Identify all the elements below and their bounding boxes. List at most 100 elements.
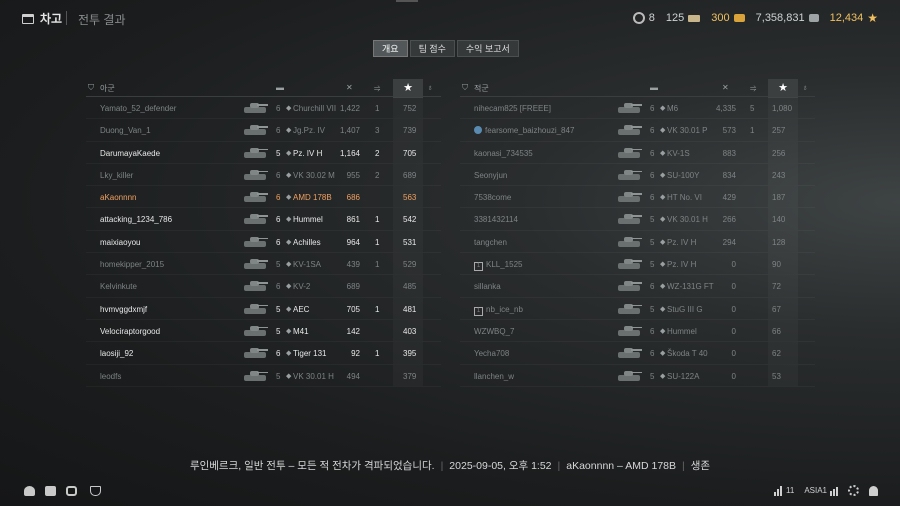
xp-value: 485 [403,282,417,292]
player-row[interactable]: attacking_1234_786 6 ◆ Hummel 861 1 542 [86,208,441,231]
profile-icon[interactable] [24,486,35,496]
player-name: nihecam825 [FREEE] [474,104,551,113]
player-row[interactable]: kaonasi_734535 6 ◆ KV-1S 883 256 [460,142,815,164]
currency-panel: 8 125 300 7,358,831 12,434 ★ [627,11,878,25]
tank-tier: 6 [276,170,281,180]
enemy-table-header: ⛉ 적군 ▬ ✕ ⥤ ★ ♁ [460,79,815,98]
tank-tier: 5 [276,371,281,381]
player-row[interactable]: DarumayaKaede 5 ◆ Pz. IV H 1,164 2 705 [86,142,441,164]
player-row[interactable]: 1 KLL_1525 5 ◆ Pz. IV H 0 90 [460,253,815,276]
damage-value: 0 [731,349,736,359]
xp-value: 257 [772,126,786,136]
ping-indicator: 11 [774,485,794,496]
player-row[interactable]: leodfs 5 ◆ VK 30.01 H 494 379 [86,365,441,387]
damage-value: 686 [346,193,360,203]
player-row[interactable]: aKaonnnn 6 ◆ AMD 178B 686 563 [86,186,441,209]
player-row[interactable]: sillanka 6 ◆ WZ-131G FT 0 72 [460,275,815,298]
player-row[interactable]: laosiji_92 6 ◆ Tiger 131 92 1 395 [86,342,441,365]
damage-value: 439 [346,260,360,270]
gold-icon [733,14,745,22]
server-name: ASIA1 [804,486,827,495]
player-row[interactable]: fearsome_baizhouzi_847 6 ◆ VK 30.01 P 573 1 25… [460,119,815,142]
bottom-bar: 11 ASIA1 [0,480,900,502]
xp-value: 379 [403,371,417,381]
player-row[interactable]: Yamato_52_defender 6 ◆ Churchill VII 1,422 1 7… [86,97,441,120]
xp-value: 481 [403,304,417,314]
player-row[interactable]: maixiaoyou 6 ◆ Achilles 964 1 531 [86,231,441,254]
player-name: leodfs [100,371,122,381]
breadcrumb-divider [66,11,67,25]
xp-value: 67 [772,304,781,314]
tank-class-icon: ◆ [660,171,666,179]
player-row[interactable]: tangchen 5 ◆ Pz. IV H 294 128 [460,231,815,254]
tank-class-icon: ◆ [660,149,666,157]
tank-tier: 6 [650,193,655,203]
tank-tier: 5 [276,326,281,336]
player-row[interactable]: Seonyjun 6 ◆ SU-100Y 834 243 [460,164,815,187]
free-xp-star-icon: ★ [867,11,878,25]
tank-name: VK 30.01 H [293,371,334,381]
tank-name: Hummel [293,215,323,225]
damage-value: 834 [722,170,736,180]
tank-tier: 6 [276,282,281,292]
xp-value: 140 [772,215,786,225]
settings-gear-icon[interactable] [848,485,859,496]
player-name: homekipper_2015 [100,260,165,270]
notifications-bell-icon[interactable] [869,485,878,496]
credits-icon [808,14,819,22]
player-name: Yamato_52_defender [100,104,177,113]
tank-class-icon: ◆ [286,305,292,313]
player-row[interactable]: llanchen_w 5 ◆ SU-122A 0 53 [460,365,815,387]
xp-column-star-icon[interactable]: ★ [393,79,423,98]
player-row[interactable]: Velociraptorgood 5 ◆ M41 142 403 [86,320,441,343]
tank-image [616,279,642,293]
damage-value: 955 [346,170,360,180]
player-name: Duong_Van_1 [100,126,151,136]
kills-value: 1 [375,304,380,314]
tab-overview[interactable]: 개요 [373,40,408,57]
tank-class-icon: ◆ [286,283,292,291]
tank-name: KV-2 [293,282,311,292]
damage-value: 429 [722,193,736,203]
player-row[interactable]: 7538come 6 ◆ HT No. VI 429 187 [460,186,815,209]
xp-value: 128 [772,237,786,247]
player-row[interactable]: 1 nb_ice_nb 5 ◆ StuG III G 0 67 [460,298,815,320]
player-row[interactable]: hvmvggdxmjf 5 ◆ AEC 705 1 481 [86,298,441,320]
player-name: sillanka [474,282,501,292]
player-row[interactable]: Lky_killer 6 ◆ VK 30.02 M 955 2 689 [86,164,441,187]
player-row[interactable]: Yecha708 6 ◆ Škoda T 40 0 62 [460,342,815,365]
chat-icon[interactable] [45,486,56,496]
xp-column-star-icon[interactable]: ★ [768,79,798,98]
boosters-count: 8 [648,12,655,24]
player-row[interactable]: Duong_Van_1 6 ◆ Jg.Pz. IV 1,407 3 739 [86,119,441,142]
tank-tier: 6 [650,349,655,359]
tab-team-score[interactable]: 팀 점수 [409,40,455,57]
tank-tier: 6 [650,170,655,180]
tab-income-report[interactable]: 수익 보고서 [456,40,519,57]
player-row[interactable]: WZWBQ_7 6 ◆ Hummel 0 66 [460,320,815,343]
clan-shield-icon[interactable] [90,486,101,496]
player-row[interactable]: 3381432114 5 ◆ VK 30.01 H 266 140 [460,208,815,231]
player-name: 7538come [474,193,512,203]
player-name: Velociraptorgood [100,326,161,336]
damage-value: 294 [722,237,736,247]
tank-class-icon: ◆ [286,238,292,246]
boosters[interactable]: 8 [632,12,655,24]
handshake-icon[interactable] [66,486,77,496]
server-selector[interactable]: ASIA1 [804,486,838,496]
tank-image [242,168,268,182]
hangar-button[interactable]: 차고 [22,10,62,27]
damage-value: 705 [346,304,360,314]
damage-value: 92 [351,349,360,359]
enemy-shield-icon: ⛉ [462,83,468,92]
tank-column-icon: ▬ [276,83,284,92]
xp-value: 243 [772,170,786,180]
ally-table-header: ⛉ 아군 ▬ ✕ ⥤ ★ ♁ [86,79,441,98]
kills-column-icon: ⥤ [374,83,381,92]
player-row[interactable]: nihecam825 [FREEE] 6 ◆ M6 4,335 5 1,080 [460,97,815,120]
damage-value: 0 [731,260,736,270]
player-row[interactable]: Kelvinkute 6 ◆ KV-2 689 485 [86,275,441,298]
damage-value: 4,335 [715,104,736,113]
player-row[interactable]: homekipper_2015 5 ◆ KV-1SA 439 1 529 [86,253,441,276]
tank-image [242,369,268,383]
